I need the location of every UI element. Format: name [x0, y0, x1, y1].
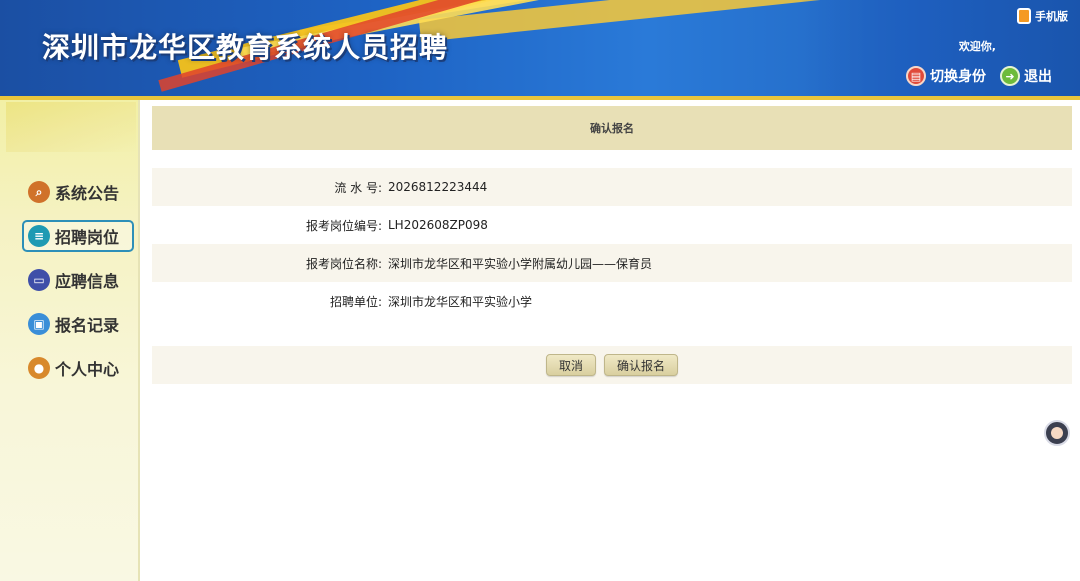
user-icon: ● — [28, 357, 50, 379]
form-row-serial-number: 流 水 号: 2026812223444 — [152, 168, 1072, 206]
form-row-position-name: 报考岗位名称: 深圳市龙华区和平实验小学附属幼儿园——保育员 — [152, 244, 1072, 282]
field-label: 报考岗位名称: — [305, 256, 382, 271]
sidebar-item-announcements[interactable]: ⌕ 系统公告 — [22, 176, 134, 208]
page-title: 确认报名 — [152, 106, 1072, 150]
switch-identity-label: 切换身份 — [930, 69, 986, 85]
sidebar: ⌕ 系统公告 ≡ 招聘岗位 ▭ 应聘信息 ▣ 报名记录 ● 个人中心 — [0, 100, 140, 581]
sidebar-item-label: 应聘信息 — [55, 272, 120, 291]
field-value: LH202608ZP098 — [388, 218, 488, 232]
sidebar-item-jobs[interactable]: ≡ 招聘岗位 — [22, 220, 134, 252]
sidebar-decoration — [6, 102, 136, 152]
logout-button[interactable]: ➜ 退出 — [1000, 66, 1052, 86]
field-value: 2026812223444 — [388, 180, 488, 194]
banner-bottom-line — [0, 96, 1080, 100]
sidebar-nav: ⌕ 系统公告 ≡ 招聘岗位 ▭ 应聘信息 ▣ 报名记录 ● 个人中心 — [22, 176, 134, 396]
list-icon: ≡ — [28, 225, 50, 247]
field-label: 招聘单位: — [329, 294, 382, 309]
avatar-icon — [1051, 427, 1063, 439]
monitor-icon: ▣ — [28, 313, 50, 335]
form-row-employer: 招聘单位: 深圳市龙华区和平实验小学 — [152, 282, 1072, 320]
field-label: 流 水 号: — [334, 180, 382, 195]
field-label: 报考岗位编号: — [305, 218, 382, 233]
sidebar-item-registration-records[interactable]: ▣ 报名记录 — [22, 308, 134, 340]
exit-icon: ➜ — [1000, 66, 1020, 86]
switch-identity-button[interactable]: ▤ 切换身份 — [906, 66, 986, 86]
logout-label: 退出 — [1024, 69, 1052, 85]
cancel-button[interactable]: 取消 — [545, 354, 596, 376]
id-card-icon: ▭ — [28, 269, 50, 291]
field-value: 深圳市龙华区和平实验小学 — [388, 294, 533, 309]
sidebar-item-application-info[interactable]: ▭ 应聘信息 — [22, 264, 134, 296]
mobile-version-label: 手机版 — [1035, 10, 1068, 23]
mobile-version-link[interactable]: 手机版 — [1017, 8, 1068, 24]
sidebar-item-label: 报名记录 — [55, 316, 120, 335]
site-title: 深圳市龙华区教育系统人员招聘 — [42, 31, 449, 64]
field-value: 深圳市龙华区和平实验小学附属幼儿园——保育员 — [388, 256, 653, 271]
customer-service-avatar[interactable] — [1044, 420, 1070, 446]
id-card-icon: ▤ — [906, 66, 926, 86]
sidebar-item-label: 个人中心 — [55, 360, 120, 379]
main-content: 确认报名 流 水 号: 2026812223444 报考岗位编号: LH2026… — [152, 106, 1072, 384]
confirm-registration-button[interactable]: 确认报名 — [604, 354, 679, 376]
search-icon: ⌕ — [28, 181, 50, 203]
form-actions: 取消 确认报名 — [152, 346, 1072, 384]
form-row-position-code: 报考岗位编号: LH202608ZP098 — [152, 206, 1072, 244]
header-actions: ▤ 切换身份 ➜ 退出 — [906, 66, 1052, 86]
confirmation-form: 流 水 号: 2026812223444 报考岗位编号: LH202608ZP0… — [152, 168, 1072, 320]
header-banner: 深圳市龙华区教育系统人员招聘 手机版 欢迎你, ▤ 切换身份 ➜ 退出 — [0, 0, 1080, 100]
sidebar-item-personal-center[interactable]: ● 个人中心 — [22, 352, 134, 384]
sidebar-item-label: 系统公告 — [55, 184, 120, 203]
sidebar-item-label: 招聘岗位 — [55, 228, 120, 247]
phone-icon — [1017, 8, 1031, 24]
welcome-text: 欢迎你, — [958, 40, 996, 53]
